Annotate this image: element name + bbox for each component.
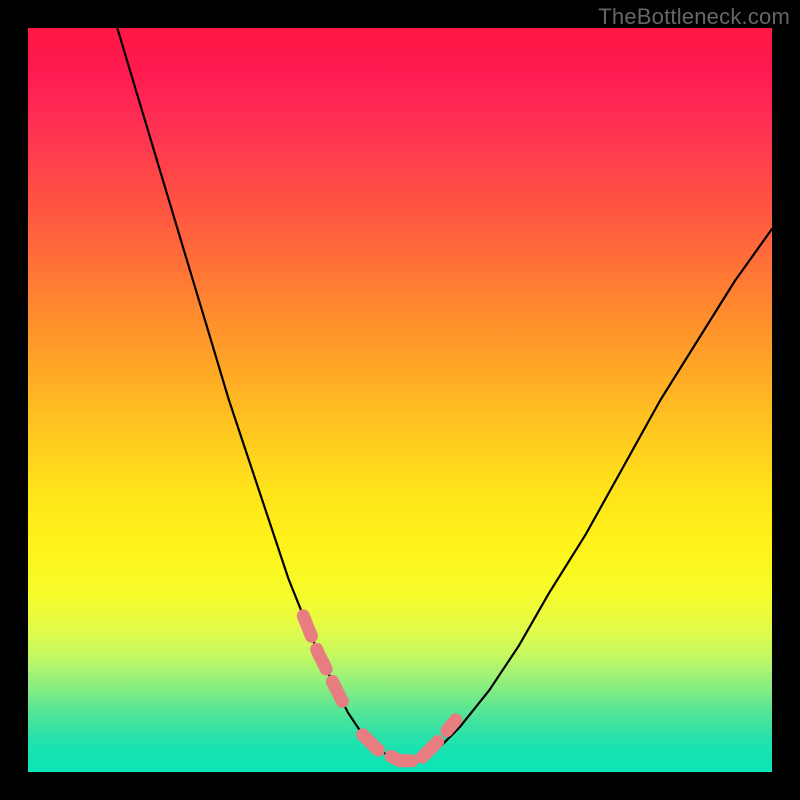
bottleneck-curve — [117, 28, 772, 761]
accent-left-dash — [303, 616, 348, 713]
chart-frame: TheBottleneck.com — [0, 0, 800, 800]
watermark-text: TheBottleneck.com — [598, 4, 790, 30]
accent-bottom-dash — [363, 735, 415, 761]
curve-svg — [28, 28, 772, 772]
plot-area — [28, 28, 772, 772]
accent-right-dash — [422, 720, 456, 757]
